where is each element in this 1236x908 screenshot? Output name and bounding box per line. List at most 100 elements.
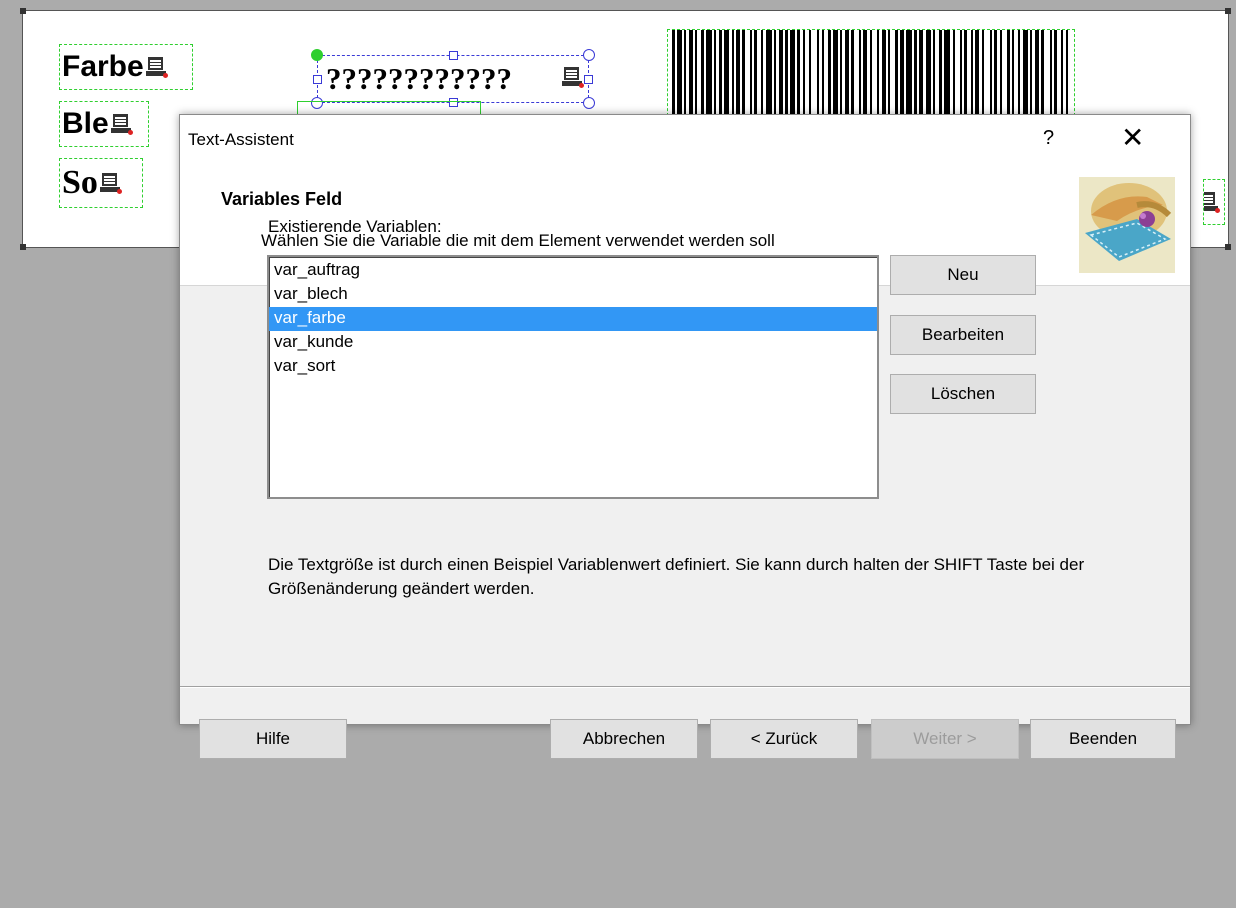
barcode-element[interactable]	[667, 29, 1075, 121]
canvas-corner	[20, 8, 26, 14]
barcode-bar	[877, 30, 879, 120]
field-text: Farbe	[62, 50, 144, 83]
barcode-bar	[882, 30, 886, 120]
close-icon[interactable]: ✕	[1121, 121, 1144, 154]
barcode-bar	[994, 30, 997, 120]
barcode-bar	[990, 30, 992, 120]
dialog-titlebar[interactable]: Text-Assistent ? ✕	[180, 115, 1190, 165]
delete-variable-button[interactable]: Löschen	[890, 374, 1036, 414]
barcode-bar	[706, 30, 712, 120]
canvas-corner	[20, 244, 26, 250]
wizard-illustration-icon	[1079, 177, 1175, 273]
barcode-bar	[1050, 30, 1052, 120]
barcode-bar	[1012, 30, 1014, 120]
list-item[interactable]: var_sort	[269, 355, 877, 379]
computer-icon	[110, 113, 133, 135]
label-field-farbe[interactable]: Farbe	[59, 44, 193, 90]
barcode-bar	[719, 30, 722, 120]
barcode-bar	[933, 30, 935, 120]
barcode-bar	[960, 30, 962, 120]
label-field-partial[interactable]	[1203, 179, 1225, 225]
barcode-bar	[975, 30, 979, 120]
barcode-bar	[919, 30, 923, 120]
barcode-bar	[870, 30, 872, 120]
barcode-bar	[895, 30, 898, 120]
barcode-bar	[766, 30, 772, 120]
barcode-bar	[754, 30, 757, 120]
variables-listbox[interactable]: var_auftrag var_blech var_farbe var_kund…	[267, 255, 879, 499]
resize-handle[interactable]	[313, 75, 322, 84]
barcode-bar	[914, 30, 917, 120]
resize-handle[interactable]	[449, 51, 458, 60]
barcode-graphic	[672, 30, 1068, 120]
barcode-bar	[971, 30, 973, 120]
help-button[interactable]: Hilfe	[199, 719, 347, 759]
barcode-bar	[840, 30, 842, 120]
barcode-bar	[953, 30, 955, 120]
label-field-sort[interactable]: So	[59, 158, 143, 208]
computer-icon	[99, 172, 122, 194]
list-item[interactable]: var_auftrag	[269, 259, 877, 283]
field-text: ????????????	[326, 61, 512, 96]
barcode-bar	[1061, 30, 1063, 120]
barcode-bar	[859, 30, 861, 120]
barcode-bar	[695, 30, 697, 120]
barcode-bar	[833, 30, 838, 120]
barcode-bar	[785, 30, 788, 120]
resize-handle[interactable]	[584, 75, 593, 84]
barcode-bar	[1054, 30, 1057, 120]
field-text: So	[62, 164, 98, 201]
barcode-bar	[677, 30, 682, 120]
selected-variable-field[interactable]: ????????????	[311, 49, 595, 109]
rotate-handle[interactable]	[311, 49, 323, 61]
barcode-bar	[779, 30, 783, 120]
canvas-corner	[1225, 8, 1231, 14]
cancel-button[interactable]: Abbrechen	[550, 719, 698, 759]
computer-icon	[562, 66, 584, 88]
resize-handle[interactable]	[583, 49, 595, 61]
help-icon[interactable]: ?	[1043, 127, 1054, 150]
barcode-bar	[1041, 30, 1044, 120]
barcode-bar	[732, 30, 734, 120]
list-item[interactable]: var_kunde	[269, 331, 877, 355]
barcode-bar	[982, 30, 984, 120]
barcode-bar	[1066, 30, 1068, 120]
barcode-bar	[736, 30, 740, 120]
barcode-bar	[1030, 30, 1032, 120]
back-button[interactable]: < Zurück	[710, 719, 858, 759]
barcode-bar	[906, 30, 912, 120]
text-assistant-dialog: Text-Assistent ? ✕ Variables Feld Wählen…	[179, 114, 1191, 759]
barcode-bar	[888, 30, 890, 120]
barcode-bar	[863, 30, 867, 120]
computer-icon	[145, 56, 168, 78]
next-button[interactable]: Weiter >	[871, 719, 1019, 759]
resize-handle[interactable]	[583, 97, 595, 109]
barcode-bar	[809, 30, 811, 120]
barcode-bar	[750, 30, 752, 120]
finish-button[interactable]: Beenden	[1030, 719, 1176, 759]
field-text: Ble	[62, 107, 109, 140]
new-variable-button[interactable]: Neu	[890, 255, 1036, 295]
barcode-bar	[1018, 30, 1020, 120]
edit-variable-button[interactable]: Bearbeiten	[890, 315, 1036, 355]
barcode-bar	[684, 30, 686, 120]
computer-icon	[1204, 191, 1220, 213]
list-item-selected[interactable]: var_farbe	[269, 307, 877, 331]
barcode-bar	[817, 30, 819, 120]
barcode-bar	[790, 30, 795, 120]
barcode-bar	[672, 30, 675, 120]
barcode-bar	[1023, 30, 1028, 120]
barcode-bar	[701, 30, 704, 120]
dialog-title: Text-Assistent	[188, 130, 294, 149]
barcode-bar	[900, 30, 904, 120]
barcode-bar	[939, 30, 942, 120]
barcode-bar	[944, 30, 950, 120]
label-field-blech[interactable]: Ble	[59, 101, 149, 147]
existing-variables-label: Existierende Variablen:	[268, 217, 442, 236]
barcode-bar	[742, 30, 745, 120]
list-item[interactable]: var_blech	[269, 283, 877, 307]
barcode-bar	[828, 30, 831, 120]
barcode-bar	[1007, 30, 1010, 120]
footer-divider	[180, 686, 1190, 688]
barcode-bar	[803, 30, 805, 120]
